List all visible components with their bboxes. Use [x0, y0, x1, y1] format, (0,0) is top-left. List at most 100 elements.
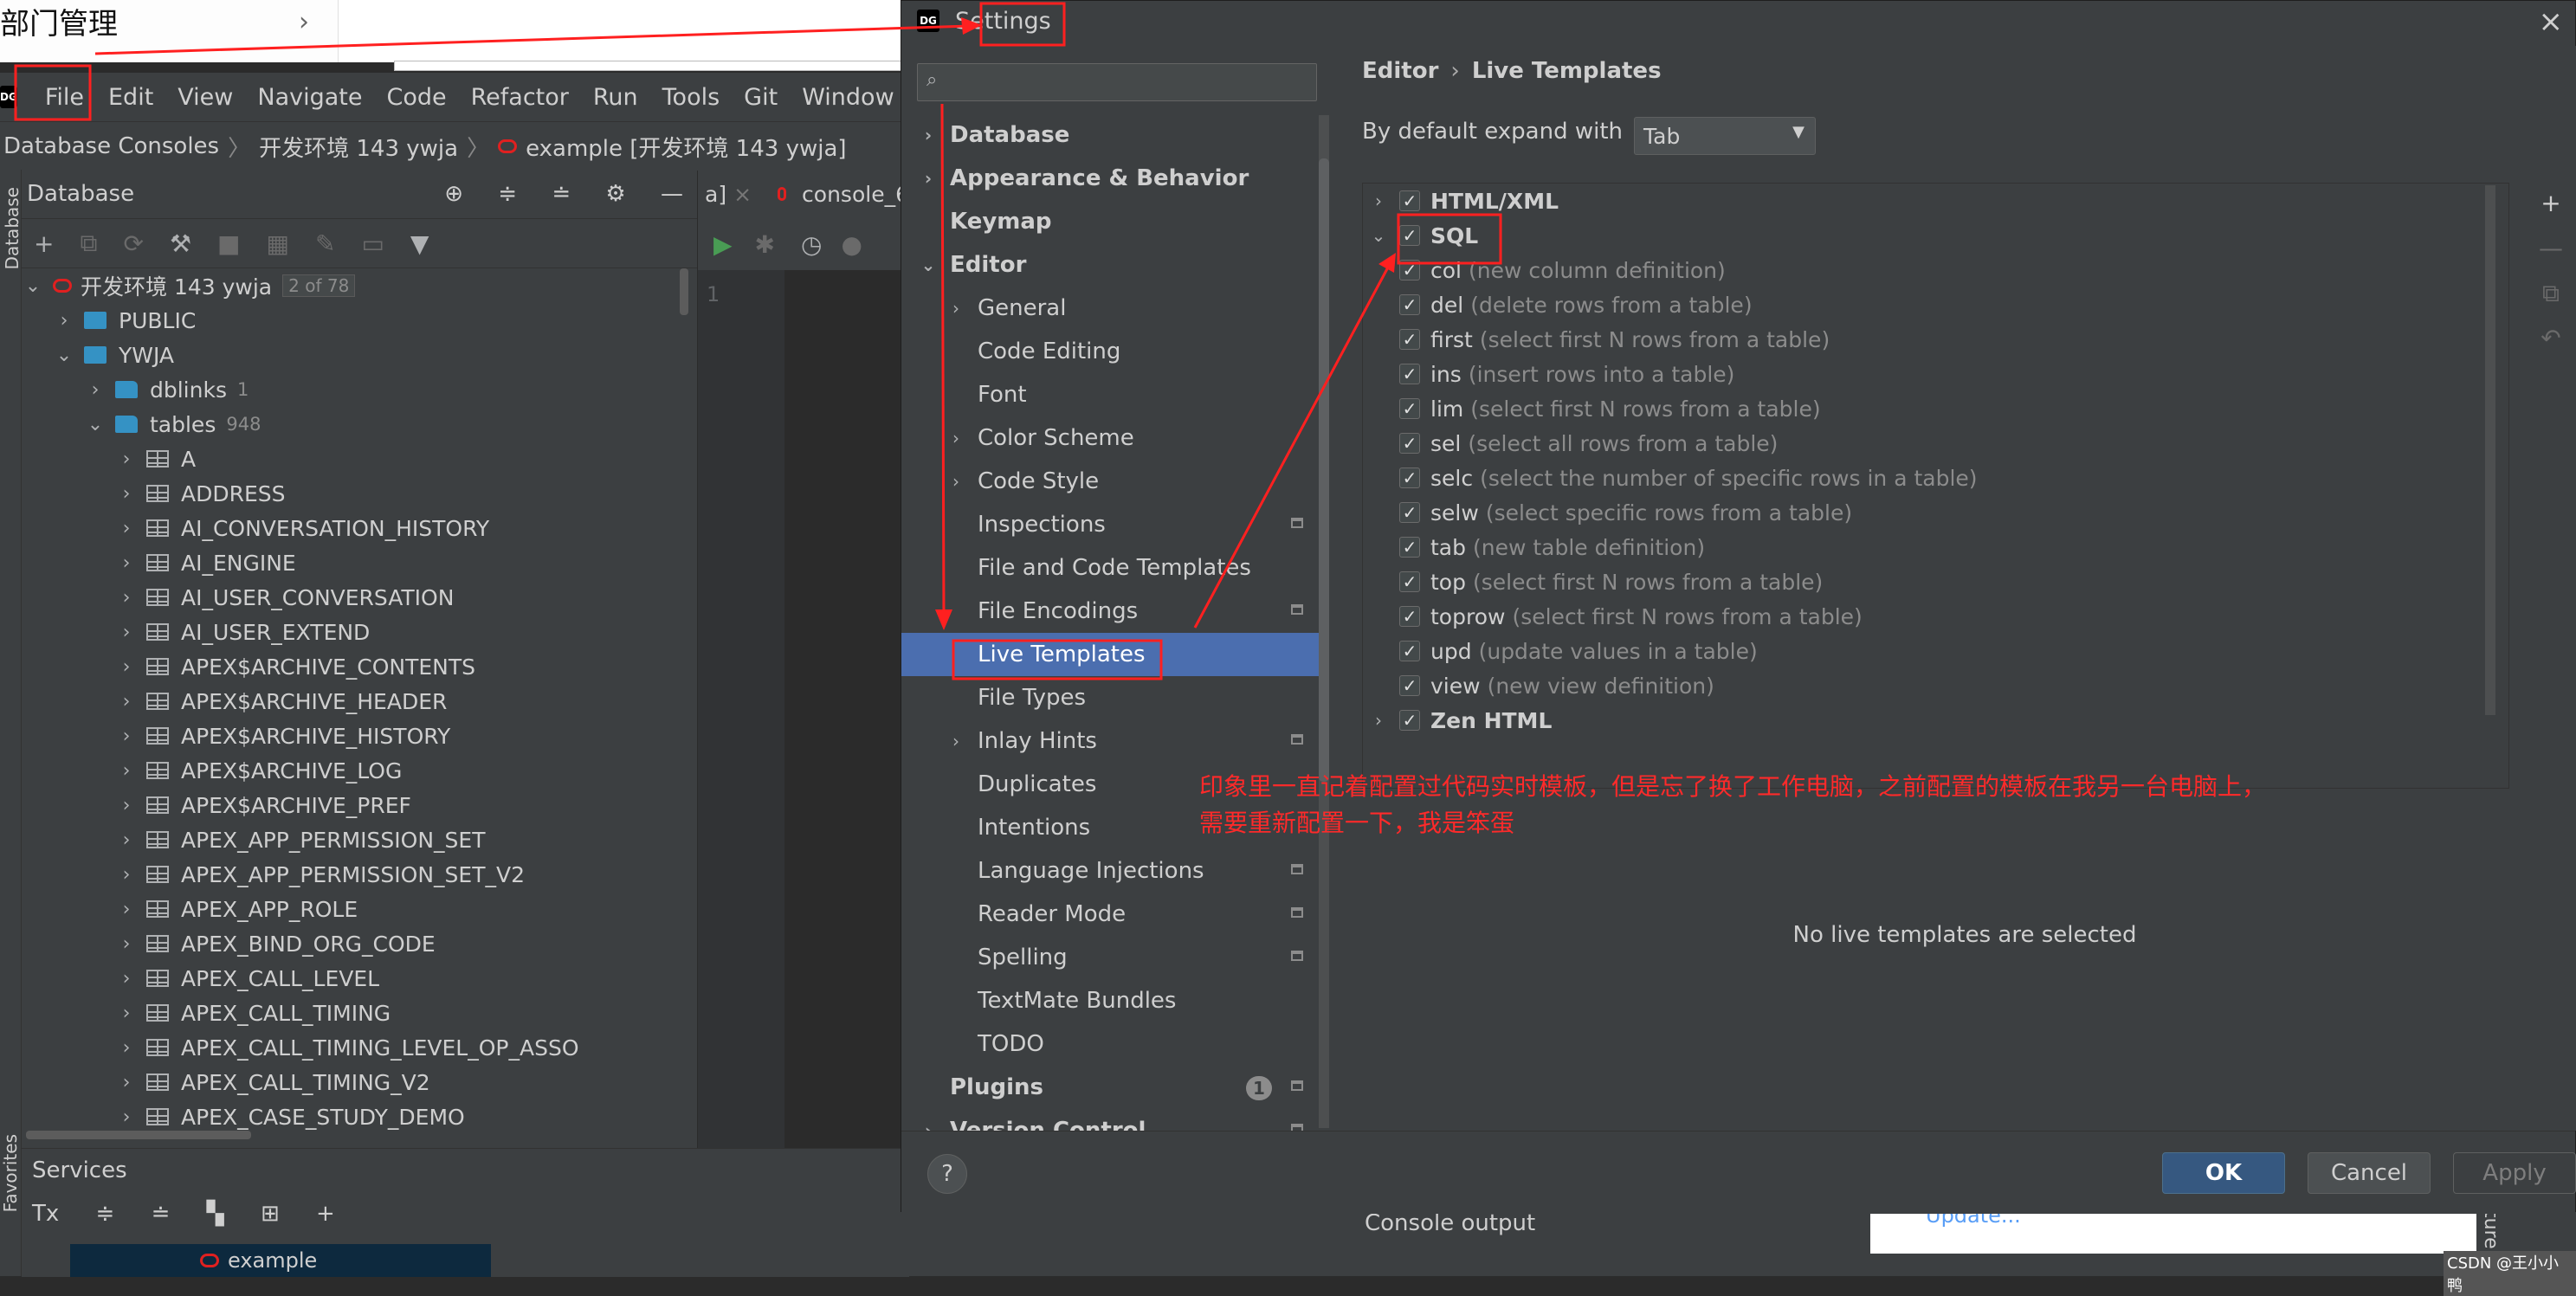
checkbox-checked-icon[interactable]: ✓	[1399, 571, 1420, 592]
tree-table[interactable]: › A	[22, 442, 680, 476]
scrollbar-thumb[interactable]	[1319, 158, 1329, 782]
copy-icon[interactable]: ⧉	[80, 229, 97, 258]
editor-tab-console[interactable]: console_6	[802, 182, 909, 207]
navbar-root[interactable]: Database Consoles	[3, 133, 219, 159]
menu-view[interactable]: View	[165, 84, 245, 111]
settings-nav-item[interactable]: Inspections	[901, 503, 1326, 546]
chevron-right-icon[interactable]: ›	[115, 483, 138, 505]
settings-nav-item[interactable]: Spelling	[901, 936, 1326, 979]
template-item[interactable]: ✓ view (new view definition)	[1363, 668, 2489, 703]
run-icon[interactable]: ▶	[713, 230, 733, 259]
chevron-right-icon[interactable]: ›	[115, 795, 138, 816]
gear-icon[interactable]: ⚙	[605, 181, 625, 207]
settings-nav-item[interactable]: › Color Scheme	[901, 416, 1326, 460]
tree-table[interactable]: › AI_CONVERSATION_HISTORY	[22, 511, 680, 545]
chevron-right-icon[interactable]: ›	[115, 448, 138, 470]
chevron-right-icon[interactable]: ›	[84, 379, 107, 401]
chevron-right-icon[interactable]: ›	[917, 125, 939, 145]
chevron-right-icon[interactable]: ›	[115, 968, 138, 990]
menu-run[interactable]: Run	[581, 84, 650, 111]
tree-schema[interactable]: ⌄ YWJA	[22, 338, 680, 372]
chevron-down-icon[interactable]: ⌄	[84, 414, 107, 435]
settings-nav-item[interactable]: File Encodings	[901, 590, 1326, 633]
menu-edit[interactable]: Edit	[96, 84, 165, 111]
chevron-right-icon[interactable]: ›	[115, 864, 138, 886]
settings-nav-item[interactable]: Keymap	[901, 200, 1326, 243]
chevron-down-icon[interactable]: ⌄	[917, 255, 939, 275]
tree-table[interactable]: › APEX$ARCHIVE_CONTENTS	[22, 649, 680, 684]
template-item[interactable]: ✓ del (delete rows from a table)	[1363, 287, 2489, 322]
chevron-right-icon[interactable]: ›	[115, 760, 138, 782]
tree-horizontal-scrollbar[interactable]	[26, 1131, 251, 1139]
menu-file[interactable]: File	[33, 84, 96, 111]
settings-nav-item[interactable]: Reader Mode	[901, 893, 1326, 936]
database-tool-tab[interactable]: Database	[2, 187, 23, 269]
cancel-button[interactable]: Cancel	[2308, 1152, 2431, 1194]
checkbox-checked-icon[interactable]: ✓	[1399, 467, 1420, 488]
settings-nav-item[interactable]: › Code Style	[901, 460, 1326, 503]
close-icon[interactable]: ×	[2539, 4, 2564, 39]
chevron-right-icon[interactable]: ›	[115, 899, 138, 920]
checkbox-checked-icon[interactable]: ✓	[1399, 260, 1420, 280]
close-icon[interactable]: ×	[733, 182, 752, 207]
settings-nav-item[interactable]: File Types	[901, 676, 1326, 719]
editor-tab-partial[interactable]: a]	[705, 182, 726, 207]
chevron-right-icon[interactable]: ›	[115, 829, 138, 851]
template-item[interactable]: ✓ tab (new table definition)	[1363, 530, 2489, 564]
checkbox-checked-icon[interactable]: ✓	[1399, 329, 1420, 350]
settings-nav-item[interactable]: Plugins 1	[901, 1066, 1326, 1109]
chevron-right-icon[interactable]: ›	[115, 1003, 138, 1024]
stop-icon[interactable]: ■	[217, 229, 240, 258]
settings-nav-item[interactable]: › Database	[901, 113, 1326, 157]
template-item[interactable]: ✓ ins (insert rows into a table)	[1363, 357, 2489, 391]
settings-nav-item[interactable]: Live Templates	[901, 633, 1326, 676]
tree-connection[interactable]: ⌄ 开发环境 143 ywja 2 of 78	[22, 268, 680, 303]
checkbox-checked-icon[interactable]: ✓	[1399, 641, 1420, 661]
template-item[interactable]: ✓ lim (select first N rows from a table)	[1363, 391, 2489, 426]
expand-with-select[interactable]: Tab ▼	[1634, 117, 1816, 155]
remove-template-icon[interactable]: —	[2534, 234, 2568, 279]
chevron-right-icon[interactable]: ›	[115, 1106, 138, 1128]
help-button[interactable]: ?	[927, 1154, 967, 1194]
chevron-right-icon[interactable]: ›	[945, 428, 967, 448]
checkbox-checked-icon[interactable]: ✓	[1399, 225, 1420, 246]
properties-icon[interactable]: ⚒	[170, 229, 191, 258]
breadcrumb-parent[interactable]: Editor	[1362, 58, 1438, 84]
settings-nav-item[interactable]: Font	[901, 373, 1326, 416]
settings-nav-item[interactable]: › Version Control	[901, 1109, 1326, 1131]
settings-nav-scrollbar[interactable]	[1319, 115, 1329, 1128]
checkbox-checked-icon[interactable]: ✓	[1399, 433, 1420, 454]
template-item[interactable]: ✓ first (select first N rows from a table)	[1363, 322, 2489, 357]
tree-scrollbar[interactable]	[680, 268, 688, 315]
chevron-right-icon[interactable]: ›	[115, 1037, 138, 1059]
settings-nav-item[interactable]: Code Editing	[901, 330, 1326, 373]
copy-template-icon[interactable]: ⧉	[2534, 279, 2568, 324]
console-icon[interactable]: ▭	[361, 229, 384, 258]
chevron-right-icon[interactable]: ›	[917, 168, 939, 189]
add-template-icon[interactable]: +	[2534, 189, 2568, 234]
template-group[interactable]: › ✓ HTML/XML	[1363, 184, 2489, 218]
tree-table[interactable]: › APEX$ARCHIVE_LOG	[22, 753, 680, 788]
chevron-right-icon[interactable]: ›	[53, 310, 75, 332]
template-item[interactable]: ✓ toprow (select first N rows from a table…	[1363, 599, 2489, 634]
group-icon[interactable]: ▚	[207, 1201, 224, 1227]
add-icon[interactable]: +	[316, 1201, 335, 1227]
chevron-right-icon[interactable]: ›	[917, 1120, 939, 1131]
tree-table[interactable]: › AI_USER_CONVERSATION	[22, 580, 680, 615]
menu-tools[interactable]: Tools	[650, 84, 733, 111]
collapse-all-icon[interactable]: ≐	[152, 1201, 171, 1227]
menu-refactor[interactable]: Refactor	[459, 84, 581, 111]
stop-circle-icon[interactable]: ●	[841, 230, 862, 259]
tree-table[interactable]: › APEX$ARCHIVE_PREF	[22, 788, 680, 822]
tree-table[interactable]: › APEX_CASE_STUDY_DEMO	[22, 1099, 680, 1134]
tree-folder[interactable]: ⌄ tables 948	[22, 407, 680, 442]
menu-git[interactable]: Git	[732, 84, 790, 111]
checkbox-checked-icon[interactable]: ✓	[1399, 502, 1420, 523]
template-item[interactable]: ✓ selc (select the number of specific rows…	[1363, 461, 2489, 495]
settings-nav-item[interactable]: › Inlay Hints	[901, 719, 1326, 763]
tree-table[interactable]: › APEX_CALL_TIMING_LEVEL_OP_ASSO	[22, 1030, 680, 1065]
chevron-down-icon[interactable]: ⌄	[53, 345, 75, 366]
favorites-tool-tab[interactable]: Favorites	[0, 1134, 21, 1212]
navbar-env[interactable]: 开发环境 143 ywja	[259, 131, 458, 163]
refresh-icon[interactable]: ⟳	[123, 229, 143, 258]
